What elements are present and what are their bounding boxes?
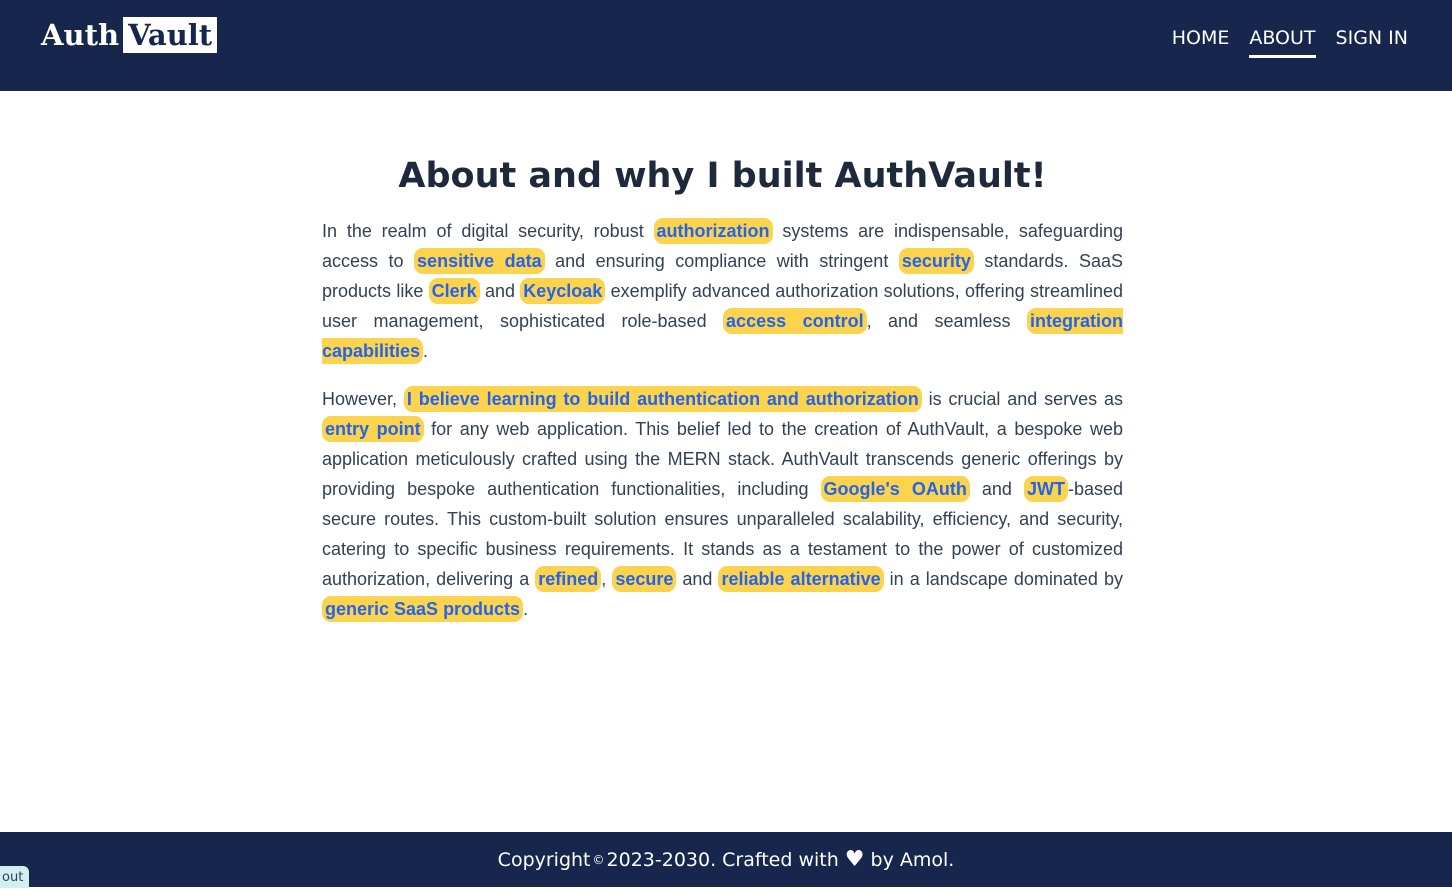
nav-home-link[interactable]: HOME (1172, 24, 1230, 58)
corner-tab[interactable]: out (0, 866, 30, 888)
text-segment: and (479, 281, 521, 301)
highlight-entry-point: entry point (322, 416, 424, 442)
about-content: About and why I built AuthVault! In the … (322, 150, 1124, 642)
logo[interactable]: Auth Vault (41, 17, 218, 53)
text-segment: In the realm of digital security, robust (322, 221, 654, 241)
highlight-refined: refined (535, 566, 602, 592)
highlight-authorization: authorization (653, 218, 773, 244)
logo-vault-text: Vault (123, 17, 218, 53)
text-segment: and ensuring compliance with stringent (544, 251, 899, 271)
text-segment: and (969, 479, 1024, 499)
highlight-believe-learning: I believe learning to build authenticati… (403, 386, 922, 412)
footer-copyright-label: Copyright (497, 848, 591, 871)
highlight-reliable-alternative: reliable alternative (718, 566, 884, 592)
highlight-generic-saas-products: generic SaaS products (322, 596, 524, 622)
footer: Copyright © 2023-2030. Crafted with ♥ by… (0, 832, 1452, 887)
heart-icon: ♥ (844, 847, 865, 872)
footer-years-text: 2023-2030. Crafted with (606, 848, 839, 871)
paragraph-intro: In the realm of digital security, robust… (322, 216, 1124, 366)
highlight-jwt: JWT (1023, 476, 1068, 502)
paragraph-why: However, I believe learning to build aut… (322, 384, 1123, 624)
text-segment: However, (322, 389, 404, 409)
copyright-symbol: © (592, 852, 605, 867)
highlight-access-control: access control (723, 308, 867, 334)
nav-links: HOME ABOUT SIGN IN (1172, 24, 1408, 58)
page-title: About and why I built AuthVault! (398, 156, 1047, 196)
logo-auth-text: Auth (41, 18, 120, 52)
text-segment: is crucial and serves as (921, 389, 1123, 409)
highlight-keycloak: Keycloak (520, 278, 606, 304)
text-segment: and (676, 569, 719, 589)
navbar: Auth Vault HOME ABOUT SIGN IN (0, 0, 1452, 91)
highlight-google-oauth: Google's OAuth (820, 476, 970, 502)
highlight-secure: secure (612, 566, 677, 592)
text-segment: , (601, 569, 613, 589)
text-segment: . (423, 341, 429, 361)
nav-about-link[interactable]: ABOUT (1249, 24, 1316, 58)
highlight-clerk: Clerk (428, 278, 480, 304)
highlight-sensitive-data: sensitive data (414, 248, 545, 274)
nav-signin-link[interactable]: SIGN IN (1336, 24, 1408, 58)
text-segment: in a landscape dominated by (883, 569, 1123, 589)
footer-author-text: by Amol. (870, 848, 955, 871)
text-segment: , and seamless (866, 311, 1028, 331)
text-segment: . (523, 599, 529, 619)
highlight-security: security (898, 248, 974, 274)
